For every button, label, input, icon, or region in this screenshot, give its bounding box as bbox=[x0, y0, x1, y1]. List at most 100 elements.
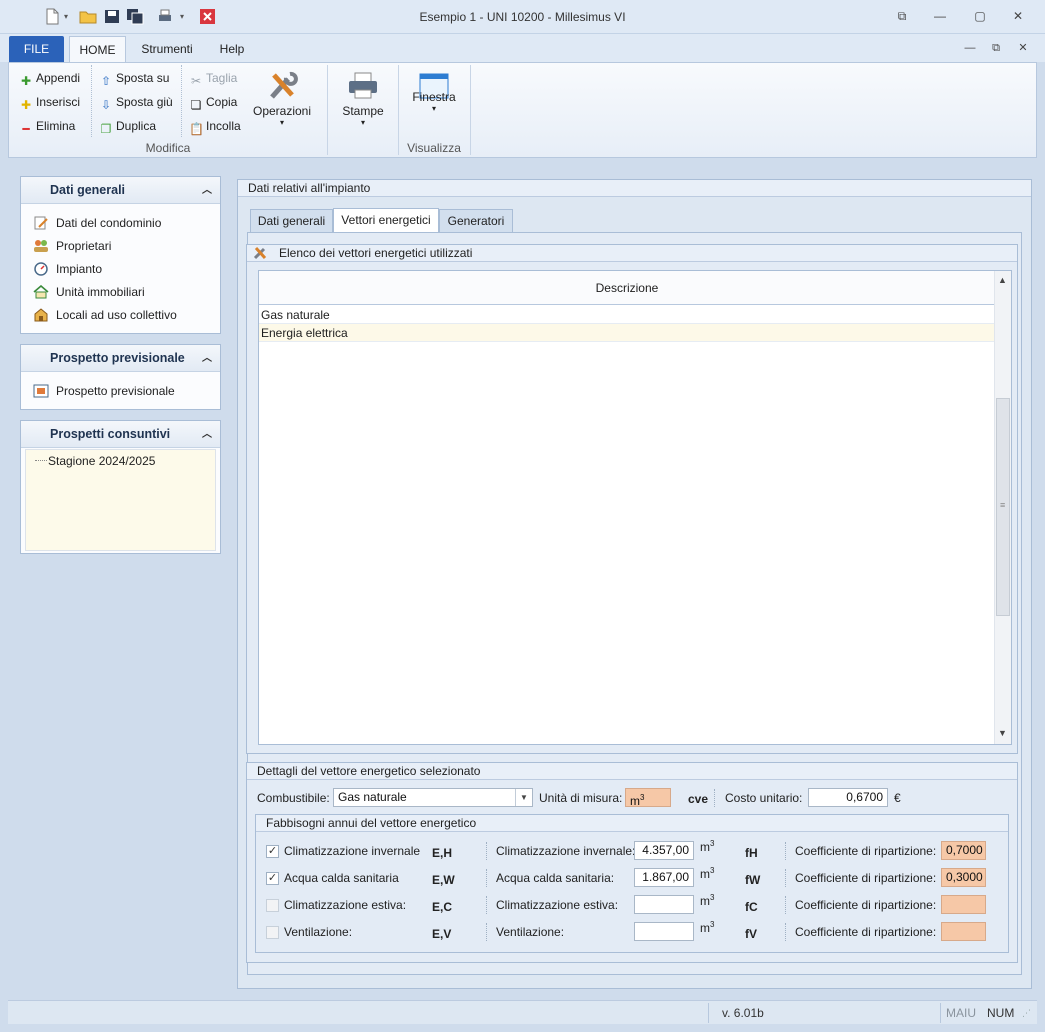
scroll-down-icon[interactable]: ▼ bbox=[998, 728, 1007, 738]
elimina-button[interactable]: ━ Elimina bbox=[19, 117, 75, 136]
table-row[interactable]: Energia elettrica bbox=[259, 324, 995, 342]
doc-minimize-button[interactable]: — bbox=[960, 40, 980, 56]
panel-header-prospetto-previsionale[interactable]: Prospetto previsionale ︿ bbox=[21, 345, 220, 372]
operazioni-dropdown-icon: ▾ bbox=[279, 118, 284, 127]
panel-header-prospetti-consuntivi[interactable]: Prospetti consuntivi ︿ bbox=[21, 421, 220, 448]
stampe-dropdown-icon: ▾ bbox=[360, 118, 365, 127]
group-dettagli-vettore: Dettagli del vettore energetico selezion… bbox=[246, 762, 1018, 963]
doc-close-button[interactable]: ✕ bbox=[1013, 40, 1033, 56]
coef-symbol: fH bbox=[745, 846, 758, 860]
resize-grip-icon[interactable]: ⋰ bbox=[1022, 1008, 1031, 1019]
status-divider bbox=[940, 1003, 941, 1023]
sidebar-item-unita-immobiliari[interactable]: Unità immobiliari bbox=[33, 283, 145, 301]
home-icon bbox=[33, 285, 49, 299]
coef-field-estiva bbox=[941, 895, 986, 914]
operazioni-button[interactable]: Operazioni ▾ bbox=[251, 71, 313, 127]
minimize-button[interactable]: — bbox=[930, 8, 950, 24]
panel-prospetti-consuntivi: Prospetti consuntivi ︿ Stagione 2024/2025 bbox=[20, 420, 221, 554]
group-header-elenco: Elenco dei vettori energetici utilizzati bbox=[247, 245, 1017, 262]
tree-line bbox=[35, 460, 47, 461]
sidebar-item-locali-collettivi[interactable]: Locali ad uso collettivo bbox=[33, 306, 177, 324]
stampe-button[interactable]: Stampe ▾ bbox=[335, 71, 391, 127]
maximize-button[interactable]: ▢ bbox=[970, 8, 990, 24]
fabbisogno-label: Climatizzazione invernale bbox=[284, 844, 421, 858]
gauge-icon bbox=[34, 262, 48, 276]
euro-label: € bbox=[894, 791, 901, 805]
chevron-down-icon[interactable]: ▼ bbox=[515, 789, 532, 806]
edit-document-icon bbox=[34, 216, 48, 230]
tab-file[interactable]: FILE bbox=[9, 36, 64, 62]
ribbon-separator bbox=[181, 65, 182, 137]
sidebar-item-impianto[interactable]: Impianto bbox=[33, 260, 102, 278]
fabbisogno-label: Acqua calda sanitaria bbox=[284, 871, 399, 885]
quantity-input-estiva[interactable] bbox=[634, 895, 694, 914]
sposta-giu-button[interactable]: ⇩ Sposta giù bbox=[99, 93, 173, 112]
sidebar-item-proprietari[interactable]: Proprietari bbox=[33, 237, 111, 255]
vettori-grid: Descrizione Gas naturale Energia elettri… bbox=[258, 270, 1012, 745]
status-num: NUM bbox=[987, 1006, 1015, 1020]
incolla-button[interactable]: 📋 Incolla bbox=[189, 117, 241, 136]
sidebar-item-dati-condominio[interactable]: Dati del condominio bbox=[33, 214, 161, 232]
status-bar: v. 6.01b MAIU NUM ⋰ bbox=[8, 1000, 1037, 1024]
unit-label: m3 bbox=[700, 893, 715, 908]
taglia-button[interactable]: ✂ Taglia bbox=[189, 69, 237, 88]
grid-scrollbar[interactable]: ▲ ≡ ▼ bbox=[994, 271, 1011, 744]
copia-button[interactable]: ❏ Copia bbox=[189, 93, 238, 112]
group-header-fabbisogni: Fabbisogni annui del vettore energetico bbox=[256, 815, 1008, 832]
inserisci-button[interactable]: ✚ Inserisci bbox=[19, 93, 80, 112]
tab-vettori-energetici[interactable]: Vettori energetici bbox=[333, 208, 439, 233]
costo-unitario-input[interactable]: 0,6700 bbox=[808, 788, 888, 807]
field-separator bbox=[785, 923, 786, 941]
window-title: Esempio 1 - UNI 10200 - Millesimus VI bbox=[419, 10, 626, 24]
coef-label: Coefficiente di ripartizione: bbox=[795, 925, 937, 939]
combustibile-select[interactable]: Gas naturale ▼ bbox=[333, 788, 533, 807]
quantity-input-ventilazione[interactable] bbox=[634, 922, 694, 941]
coef-label: Coefficiente di ripartizione: bbox=[795, 844, 937, 858]
checkbox-acqua-calda-sanitaria[interactable]: ✓ bbox=[266, 872, 279, 885]
title-bar: ▾ ▾ Esempio 1 - UNI 10200 - Millesimus V… bbox=[0, 0, 1045, 34]
checkbox-ventilazione[interactable] bbox=[266, 926, 279, 939]
scroll-up-icon[interactable]: ▲ bbox=[998, 275, 1007, 285]
group-label-modifica: Modifica bbox=[145, 141, 191, 155]
quantity-input-invernale[interactable]: 4.357,00 bbox=[634, 841, 694, 860]
consuntivi-tree: Stagione 2024/2025 bbox=[25, 449, 216, 551]
field-separator bbox=[486, 869, 487, 887]
field-separator bbox=[785, 869, 786, 887]
tree-item-stagione[interactable]: Stagione 2024/2025 bbox=[48, 452, 155, 470]
panel-prospetto-previsionale: Prospetto previsionale ︿ Prospetto previs… bbox=[20, 344, 221, 410]
fabbisogno-symbol: E,H bbox=[432, 846, 453, 860]
building-icon bbox=[34, 308, 48, 322]
panel-header-dati-generali[interactable]: Dati generali ︿ bbox=[21, 177, 220, 204]
finestra-button[interactable]: Finestra ▾ bbox=[404, 71, 464, 113]
combustibile-label: Combustibile: bbox=[257, 791, 330, 805]
group-fabbisogni: Fabbisogni annui del vettore energetico … bbox=[255, 814, 1009, 953]
costo-unitario-label: Costo unitario: bbox=[725, 791, 803, 805]
tab-generatori[interactable]: Generatori bbox=[439, 209, 513, 232]
quantity-input-sanitaria[interactable]: 1.867,00 bbox=[634, 868, 694, 887]
tab-help[interactable]: Help bbox=[210, 36, 254, 62]
duplica-button[interactable]: ❐ Duplica bbox=[99, 117, 156, 136]
quantity-label: Climatizzazione estiva: bbox=[496, 898, 619, 912]
restore-screen-icon[interactable]: ⧉ bbox=[892, 8, 912, 24]
collapse-chevron-icon[interactable]: ︿ bbox=[202, 421, 212, 448]
close-button[interactable]: ✕ bbox=[1008, 8, 1028, 24]
report-icon bbox=[33, 384, 49, 398]
tab-home[interactable]: HOME bbox=[69, 36, 126, 62]
collapse-chevron-icon[interactable]: ︿ bbox=[202, 177, 212, 204]
group-label-visualizza: Visualizza bbox=[407, 141, 461, 155]
group-header-dettagli: Dettagli del vettore energetico selezion… bbox=[247, 763, 1017, 780]
table-row[interactable]: Gas naturale bbox=[259, 306, 995, 324]
sidebar-item-prospetto-previsionale[interactable]: Prospetto previsionale bbox=[33, 382, 175, 400]
unit-label: m3 bbox=[700, 839, 715, 854]
collapse-chevron-icon[interactable]: ︿ bbox=[202, 345, 212, 372]
doc-restore-button[interactable]: ⧉ bbox=[986, 40, 1006, 56]
checkbox-climatizzazione-estiva[interactable] bbox=[266, 899, 279, 912]
sposta-su-button[interactable]: ⇧ Sposta su bbox=[99, 69, 169, 88]
scroll-thumb[interactable]: ≡ bbox=[996, 398, 1010, 616]
appendi-button[interactable]: ✚ Appendi bbox=[19, 69, 80, 88]
coef-symbol: fC bbox=[745, 900, 758, 914]
grid-column-descrizione[interactable]: Descrizione bbox=[259, 271, 995, 305]
tab-strumenti[interactable]: Strumenti bbox=[134, 36, 200, 62]
tab-dati-generali[interactable]: Dati generali bbox=[250, 209, 333, 232]
checkbox-climatizzazione-invernale[interactable]: ✓ bbox=[266, 845, 279, 858]
